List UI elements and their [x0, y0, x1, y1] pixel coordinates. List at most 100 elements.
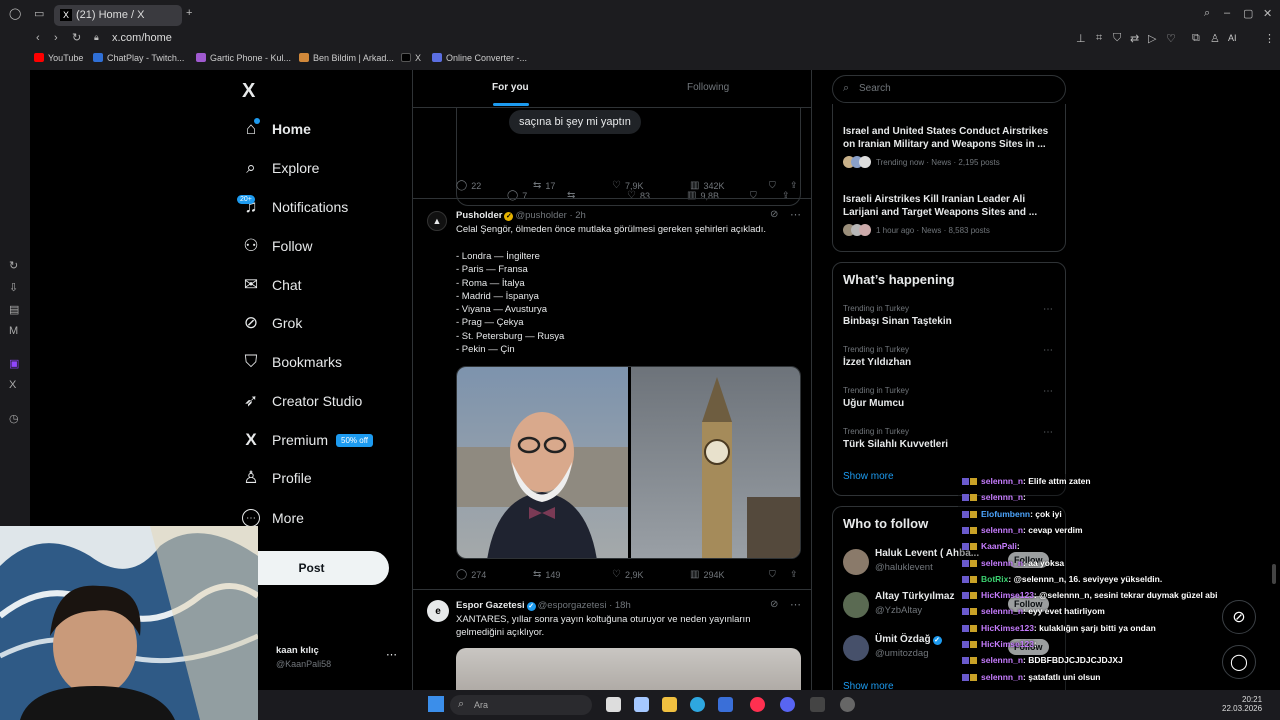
news-item[interactable]: Israel and United States Conduct Airstri… [843, 125, 1058, 168]
nav-notifications[interactable]: ♫ Notifications 20+ [237, 192, 348, 222]
minimize-icon[interactable]: – [1224, 7, 1230, 19]
bookmark-benbildim[interactable]: Ben Bildim | Arkad... [299, 53, 394, 63]
maximize-icon[interactable]: ▢ [1243, 7, 1253, 20]
url-field[interactable]: x.com/home [112, 32, 172, 44]
close-icon[interactable]: ✕ [1263, 7, 1272, 20]
tab-following[interactable]: Following [687, 82, 729, 93]
prev-share-icon[interactable]: ⇪ [790, 180, 798, 191]
bookmark-youtube[interactable]: YouTube [34, 53, 83, 63]
nav-home[interactable]: ⌂ Home [242, 114, 311, 144]
forward-icon[interactable]: › [54, 32, 58, 44]
download-icon[interactable]: ⇩ [9, 281, 18, 294]
widgets-icon[interactable] [634, 697, 649, 712]
chat-username[interactable]: Elofumbenn [981, 509, 1030, 519]
nav-profile[interactable]: ♙ Profile [242, 463, 311, 493]
prev-repost-count[interactable]: ⇆ 17 [533, 180, 555, 191]
new-tab-icon[interactable]: + [186, 7, 192, 19]
trend-item[interactable]: Trending in Turkey Uğur Mumcu ⋯ [843, 386, 1058, 409]
nav-premium[interactable]: X Premium 50% off [242, 425, 373, 455]
suggestion-avatar[interactable] [843, 635, 869, 661]
trend-more-icon[interactable]: ⋯ [1043, 427, 1053, 438]
news-item[interactable]: Israeli Airstrikes Kill Iranian Leader A… [843, 193, 1058, 236]
tweet-author[interactable]: Pusholder ✓ @pusholder · 2h [456, 209, 586, 222]
reload-icon[interactable]: ↻ [72, 31, 81, 44]
trend-more-icon[interactable]: ⋯ [1043, 386, 1053, 397]
trend-item[interactable]: Trending in Turkey Türk Silahlı Kuvvetle… [843, 427, 1058, 450]
grok-analyze-icon[interactable]: ⊘ [770, 599, 778, 610]
show-more-link[interactable]: Show more [843, 471, 894, 482]
nav-chat[interactable]: ✉ Chat [242, 270, 302, 300]
view-count[interactable]: ▥ 294K [690, 569, 724, 580]
chat-username[interactable]: HicKimse123 [981, 639, 1034, 649]
twitch-icon[interactable]: ▣ [9, 357, 19, 370]
prev-view-count[interactable]: ▥ 342K [690, 180, 724, 191]
nav-grok[interactable]: ⊘ Grok [242, 308, 302, 338]
chat-username[interactable]: selennn_n [981, 558, 1023, 568]
prev-reply-count[interactable]: ◯ 22 [456, 180, 481, 191]
app-icon[interactable] [810, 697, 825, 712]
suggestion-avatar[interactable] [843, 592, 869, 618]
browser-logo-icon[interactable]: ◯ [9, 7, 21, 20]
reply-count[interactable]: ◯ 274 [456, 569, 486, 580]
like-count[interactable]: ♡ 2,9K [612, 569, 643, 580]
tweet-pusholder[interactable]: ▲ Pusholder ✓ @pusholder · 2h ⊘ ⋯ Celal Şe… [413, 199, 811, 589]
messages-float-button[interactable]: ◯ [1222, 645, 1256, 679]
store-icon[interactable] [718, 697, 733, 712]
scrollbar-thumb[interactable] [1272, 564, 1276, 584]
repost-count[interactable]: ⇆ 149 [533, 569, 560, 580]
nav-creator-studio[interactable]: ➶ Creator Studio [242, 386, 362, 416]
windows-start-icon[interactable] [428, 696, 444, 712]
trend-more-icon[interactable]: ⋯ [1043, 345, 1053, 356]
opera-icon[interactable] [750, 697, 765, 712]
prev-bookmark-icon[interactable]: ⛉ [769, 180, 776, 191]
bookmark-gartic[interactable]: Gartic Phone - Kul... [196, 53, 291, 63]
discord-icon[interactable] [780, 697, 795, 712]
shield-icon[interactable]: ⛉ [1113, 32, 1121, 45]
bookmark-x[interactable]: X [401, 53, 421, 63]
ai-button[interactable]: AI [1228, 33, 1237, 43]
nav-explore[interactable]: ⌕ Explore [242, 153, 319, 183]
esporgazetesi-avatar[interactable]: e [427, 600, 449, 622]
play-icon[interactable]: ▷ [1148, 32, 1156, 45]
chat-username[interactable]: HicKimse123 [981, 623, 1034, 633]
tab-overview-icon[interactable]: ▭ [34, 7, 44, 20]
pusholder-avatar[interactable]: ▲ [427, 211, 447, 231]
taskbar-search[interactable]: ⌕ Ara [450, 695, 592, 715]
suggestion-avatar[interactable] [843, 549, 869, 575]
bookmark-icon[interactable]: ⛉ [769, 569, 776, 580]
pin-icon[interactable]: ⊥ [1076, 32, 1086, 45]
tweet-more-icon[interactable]: ⋯ [790, 598, 801, 611]
x-logo-icon[interactable]: X [242, 80, 255, 103]
nav-bookmarks[interactable]: ⛉ Bookmarks [242, 347, 342, 377]
chat-username[interactable]: selennn_n [981, 525, 1023, 535]
bookmark-converter[interactable]: Online Converter -... [432, 53, 527, 63]
bookmark-chatplay[interactable]: ChatPlay - Twitch... [93, 53, 184, 63]
quoted-tweet[interactable]: saçına bi şey mi yaptın ◯ 7 ⇆ ♡ 83 ▥ 9,8B ⛉… [456, 108, 801, 206]
chat-username[interactable]: HicKimse123 [981, 590, 1034, 600]
chat-username[interactable]: selennn_n [981, 672, 1023, 682]
back-icon[interactable]: ‹ [36, 32, 40, 44]
search-tabs-icon[interactable]: ⌕ [1204, 7, 1210, 20]
grok-float-button[interactable]: ⊘ [1222, 600, 1256, 634]
notes-icon[interactable]: ▤ [9, 303, 19, 316]
extensions-icon[interactable]: ⧉ [1192, 32, 1200, 45]
nav-follow[interactable]: ⚇ Follow [242, 231, 312, 261]
grok-analyze-icon[interactable]: ⊘ [770, 209, 778, 220]
screenshot-icon[interactable]: ⌗ [1096, 32, 1102, 45]
task-view-icon[interactable] [606, 697, 621, 712]
clock-icon[interactable]: ◷ [9, 412, 19, 425]
trend-item[interactable]: Trending in Turkey İzzet Yıldızhan ⋯ [843, 345, 1058, 368]
trend-more-icon[interactable]: ⋯ [1043, 304, 1053, 315]
clock[interactable]: 20:21 22.03.2026 [1222, 695, 1262, 713]
tweet-more-icon[interactable]: ⋯ [790, 208, 801, 221]
translate-icon[interactable]: ⇄ [1130, 32, 1139, 45]
browser-tab-active[interactable]: X (21) Home / X [54, 5, 182, 26]
chat-username[interactable]: KaanPali [981, 541, 1017, 551]
file-explorer-icon[interactable] [662, 697, 677, 712]
tab-for-you[interactable]: For you [492, 82, 529, 93]
chat-username[interactable]: selennn_n [981, 606, 1023, 616]
heart-icon[interactable]: ♡ [1166, 32, 1176, 45]
obs-icon[interactable] [840, 697, 855, 712]
account-icon[interactable]: ♙ [1210, 32, 1220, 45]
prev-like-count[interactable]: ♡ 7,9K [612, 180, 643, 191]
